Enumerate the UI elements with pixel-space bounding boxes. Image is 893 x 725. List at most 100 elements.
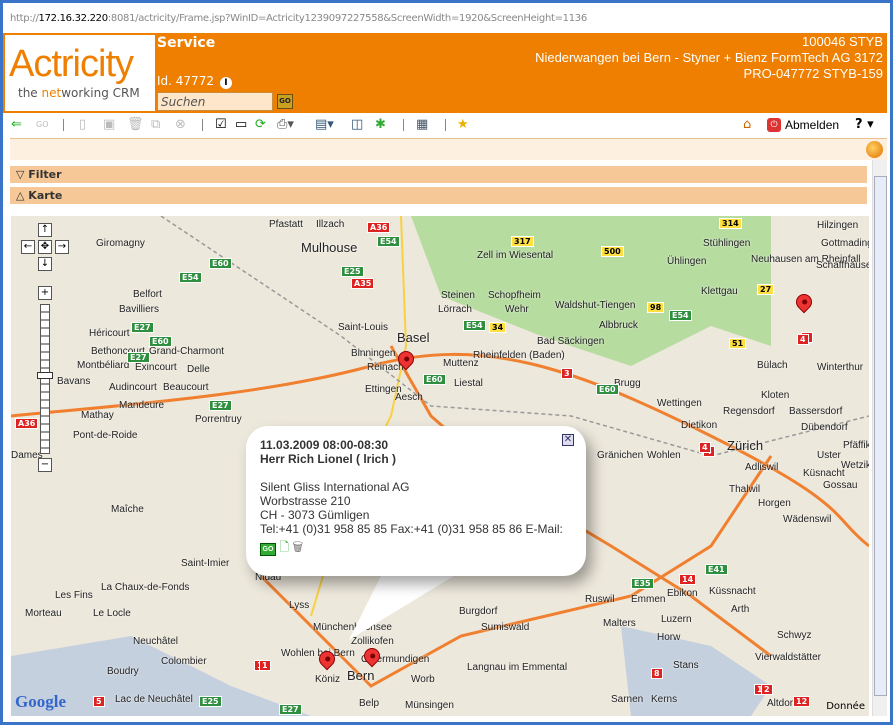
contact-person: Herr Rich Lionel ( lrich ) <box>260 452 397 466</box>
help-label: ? <box>855 117 863 132</box>
map-place-label: Gränichen <box>597 450 644 461</box>
divider <box>403 119 405 131</box>
road-shield: A36 <box>367 222 391 233</box>
map-place-label: Audincourt <box>109 382 157 393</box>
map-place-label: Montbéliard <box>77 360 130 371</box>
map-place-label: Sumiswald <box>481 622 530 633</box>
print-icon[interactable]: ⎙▾ <box>277 117 294 133</box>
map-place-label: Malters <box>603 618 636 629</box>
close-icon[interactable]: ✕ <box>562 434 574 446</box>
map-place-label: Wädenswil <box>783 514 832 525</box>
cancel-icon: ⊗ <box>175 117 186 132</box>
copy-icon: ⧉ <box>151 117 161 132</box>
map-place-label: Beaucourt <box>163 382 209 393</box>
map-place-label: Ruswil <box>585 594 615 605</box>
save-icon: ▣ <box>103 117 116 132</box>
map-place-label: Mathay <box>81 410 114 421</box>
road-shield: E41 <box>705 564 728 575</box>
map-place-label: Bad Säckingen <box>537 336 605 347</box>
zoom-out-button[interactable]: − <box>38 458 52 472</box>
trash-icon[interactable]: 🗑 <box>292 540 303 554</box>
map-place-label: Bern <box>347 668 375 683</box>
road-shield: E54 <box>463 320 486 331</box>
road-shield: A36 <box>15 418 39 429</box>
scrollbar-thumb[interactable] <box>874 176 887 696</box>
pan-up-button[interactable]: ↑ <box>38 223 52 237</box>
map-place-label: Le Locle <box>93 608 131 619</box>
toolbar: ⇐ GO ▯ ▣ 🗑 ⧉ ⊗ ☑ ▭ ⟳ ⎙▾ ▤▾ ◫ ✱ ▦ ★ ⌂ ⏻ A… <box>3 113 887 137</box>
road-shield: E54 <box>179 272 202 283</box>
road-shield: E35 <box>631 578 654 589</box>
map-place-label: Lac de Neuchâtel <box>115 694 193 705</box>
info-icon[interactable]: I <box>219 77 232 89</box>
vertical-scrollbar[interactable] <box>872 160 887 716</box>
map-place-label: Porrentruy <box>195 414 242 425</box>
bug-icon[interactable]: ✱ <box>375 117 386 133</box>
map-place-label: Mandeure <box>119 400 165 411</box>
map-place-label: Küssnacht <box>709 586 756 597</box>
pan-left-button[interactable]: ← <box>21 240 35 254</box>
logout-button[interactable]: Abmelden <box>785 117 839 133</box>
contact-details: Tel:+41 (0)31 958 85 85 Fax:+41 (0)31 95… <box>260 522 563 536</box>
road-shield: 12 <box>793 696 811 707</box>
map-place-label: Waldshut-Tiengen <box>555 300 636 311</box>
filter-section-toggle[interactable]: ▽ Filter <box>10 166 867 183</box>
search-go-button[interactable]: GO <box>277 94 293 109</box>
url-bar[interactable]: http://172.16.32.220:8081/actricity/Fram… <box>6 8 890 31</box>
split-view-icon[interactable]: ▭ <box>235 117 247 133</box>
map-place-label: Rheinfelden (Baden) <box>473 350 565 361</box>
map-place-label: Giromagny <box>96 238 145 249</box>
road-shield: E27 <box>131 322 154 333</box>
map-place-label: Mulhouse <box>301 240 358 255</box>
map-place-label: Sarnen <box>611 694 644 705</box>
home-icon[interactable]: ⌂ <box>743 117 751 133</box>
logout-icon[interactable]: ⏻ <box>767 118 781 132</box>
map-place-label: Hilzingen <box>817 220 859 231</box>
appointment-time: 11.03.2009 08:00-08:30 <box>260 438 389 452</box>
map-place-label: Arth <box>731 604 750 615</box>
info-window: ✕ 11.03.2009 08:00-08:30 Herr Rich Lione… <box>246 426 586 576</box>
map-copyright[interactable]: Donnée <box>826 701 865 712</box>
map-place-label: Maîche <box>111 504 144 515</box>
map-place-label: Schaffhausen <box>816 260 869 271</box>
globe-icon[interactable] <box>866 141 883 158</box>
pan-center-button[interactable]: ✥ <box>38 240 52 254</box>
back-arrow-icon[interactable]: ⇐ <box>11 117 22 133</box>
company-name: Silent Gliss International AG <box>260 480 410 494</box>
map-place-label: Schopfheim <box>488 290 541 301</box>
road-shield: 3 <box>561 368 573 379</box>
zoom-slider-handle[interactable] <box>37 372 53 379</box>
map-place-label: Wohlen <box>647 450 681 461</box>
zoom-in-button[interactable]: + <box>38 286 52 300</box>
report-icon[interactable]: ◫ <box>351 117 363 133</box>
google-logo[interactable]: Google <box>15 692 66 712</box>
map-place-label: Köniz <box>315 674 341 685</box>
map-place-label: Dietikon <box>681 420 718 431</box>
road-shield: E27 <box>209 400 232 411</box>
calendar-icon[interactable]: ▦ <box>416 117 428 133</box>
id-label: Id. 47772 <box>157 74 214 88</box>
map-place-label: Horgen <box>758 498 791 509</box>
refresh-icon[interactable]: ⟳ <box>255 117 266 133</box>
map-place-label: Bassersdorf <box>789 406 843 417</box>
help-button[interactable]: ? ▾ <box>855 117 874 133</box>
search-input[interactable]: Suchen <box>157 92 273 111</box>
zoom-slider[interactable] <box>40 304 50 454</box>
go-button[interactable]: GO <box>260 543 276 556</box>
actricity-logo[interactable]: Actricity the networking CRM <box>5 35 155 111</box>
pan-down-button[interactable]: ↓ <box>38 257 52 271</box>
map-place-label: Klettgau <box>701 286 738 297</box>
new-document-icon[interactable]: 🗋 <box>279 540 289 554</box>
export-icon[interactable]: ▤▾ <box>315 117 334 133</box>
map-label: Karte <box>28 189 63 202</box>
tagline-b: net <box>41 86 62 100</box>
road-shield: A35 <box>351 278 375 289</box>
go-disabled-icon: GO <box>36 120 49 129</box>
road-shield: 5 <box>93 696 105 707</box>
road-shield: E60 <box>149 336 172 347</box>
pan-right-button[interactable]: → <box>55 240 69 254</box>
favorite-star-icon[interactable]: ★ <box>457 117 469 133</box>
checklist-icon[interactable]: ☑ <box>215 117 227 133</box>
filter-label: Filter <box>28 168 62 181</box>
map-section-toggle[interactable]: △ Karte <box>10 187 867 204</box>
